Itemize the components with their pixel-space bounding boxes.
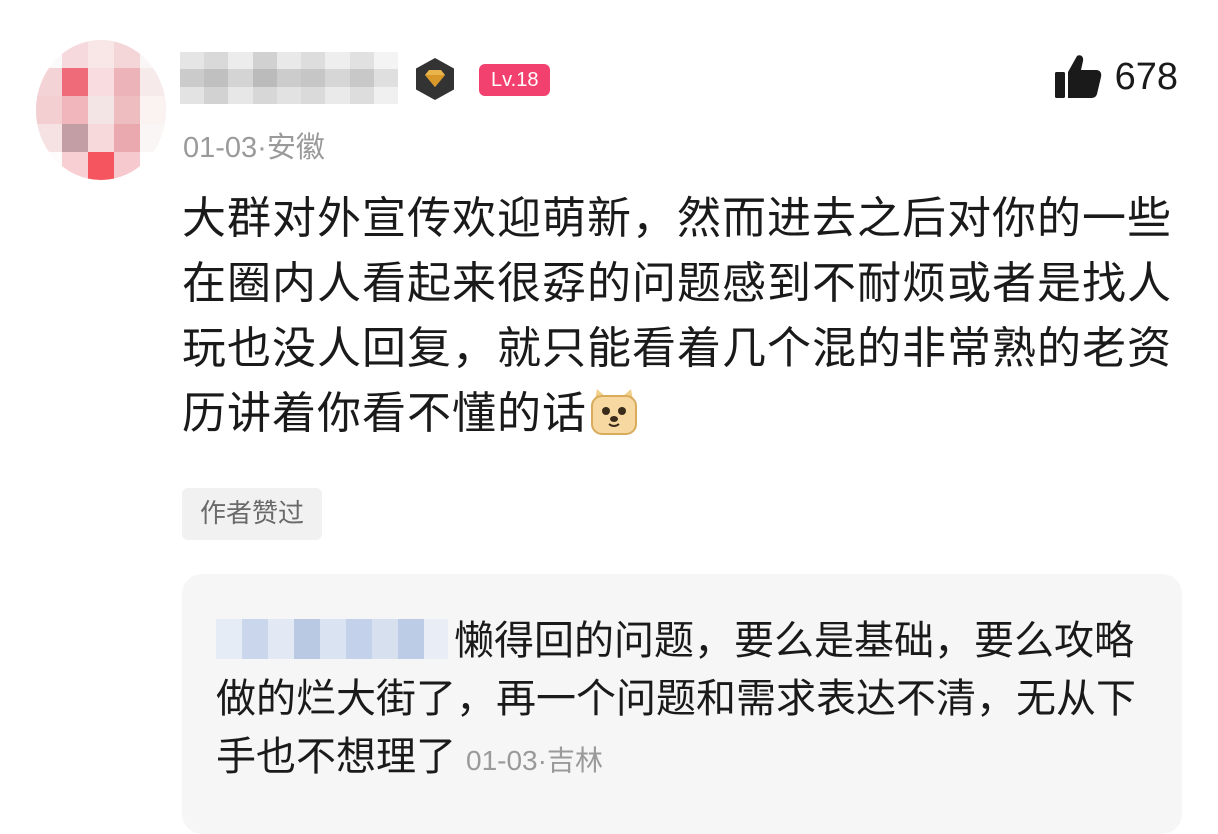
like-button[interactable]: 678 (1053, 52, 1178, 102)
username-blurred[interactable] (180, 52, 398, 104)
reply-username-blurred[interactable] (216, 619, 448, 659)
comment-body: 大群对外宣传欢迎萌新，然而进去之后对你的一些在圈内人看起来很孬的问题感到不耐烦或… (182, 186, 1172, 446)
thumbs-up-icon (1054, 55, 1101, 98)
comment-date-location: 01-03·安徽 (183, 132, 325, 164)
reply-date-location: 01-03·吉林 (466, 745, 603, 776)
avatar[interactable] (36, 40, 166, 180)
doge-emoji-icon (591, 389, 637, 435)
level-badge: Lv.18 (479, 64, 551, 96)
comment-text: 大群对外宣传欢迎萌新，然而进去之后对你的一些在圈内人看起来很孬的问题感到不耐烦或… (182, 193, 1172, 439)
author-liked-tag: 作者赞过 (182, 488, 323, 540)
like-count: 678 (1114, 55, 1178, 98)
reply-item[interactable]: 懒得回的问题，要么是基础，要么攻略做的烂大街了，再一个问题和需求表达不清，无从下… (216, 612, 1146, 790)
reply-thread[interactable]: 懒得回的问题，要么是基础，要么攻略做的烂大街了，再一个问题和需求表达不清，无从下… (182, 574, 1182, 834)
diamond-badge-icon (416, 58, 454, 100)
comment-card: Lv.18 678 01-03·安徽 大群对外宣传欢迎萌新，然而进去之后对你的一… (0, 0, 1218, 834)
